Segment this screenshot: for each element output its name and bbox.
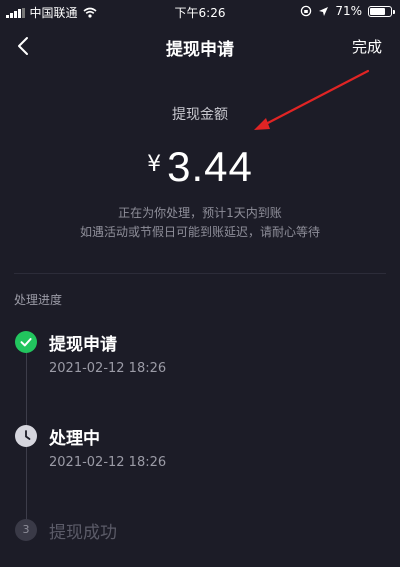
annotation-arrow-icon [254, 69, 370, 130]
